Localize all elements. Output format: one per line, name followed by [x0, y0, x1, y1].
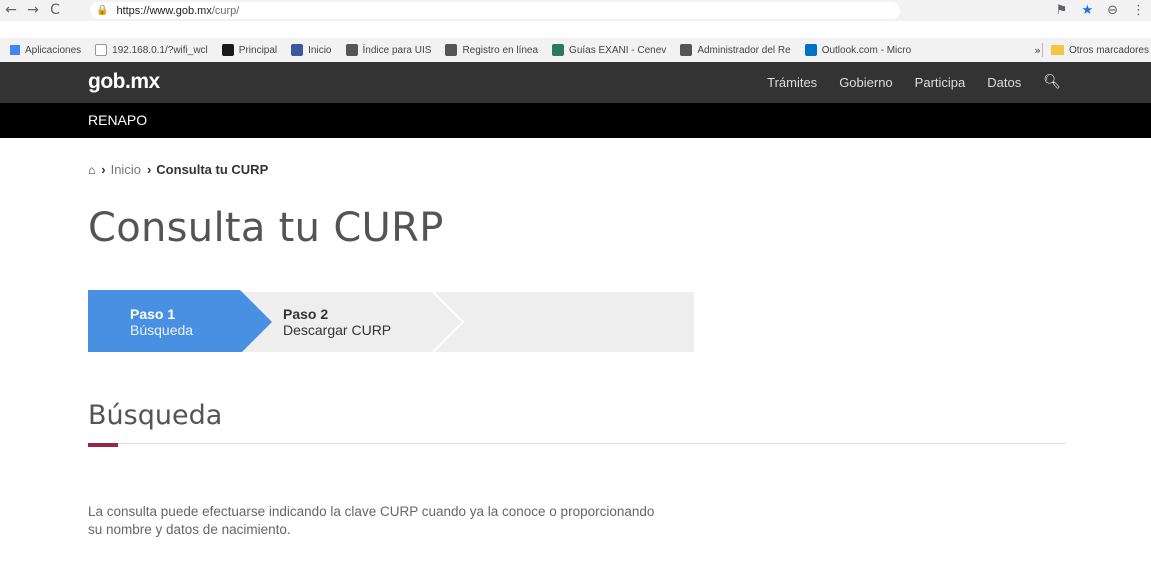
url-text: https://www.gob.mx/curp/ [116, 4, 240, 17]
divider [1041, 43, 1043, 57]
bookmark-item[interactable]: Principal [221, 44, 277, 56]
section-divider [88, 443, 1066, 444]
forward-icon[interactable]: → [22, 0, 44, 21]
site-icon [680, 44, 693, 56]
nav-participa[interactable]: Participa [915, 75, 966, 90]
bookmark-item[interactable]: Administrador del Re [680, 44, 791, 56]
step-1: Paso 1 Búsqueda [130, 306, 193, 338]
bookmark-apps[interactable]: Aplicaciones [10, 45, 81, 56]
site-icon [291, 44, 304, 56]
site-icon [552, 44, 565, 56]
nav-gobierno[interactable]: Gobierno [839, 75, 892, 90]
step-2-label: Descargar CURP [283, 322, 392, 338]
bookmark-item[interactable]: 192.168.0.1/?wifi_wcl [95, 44, 208, 56]
bookmark-item[interactable]: Inicio [291, 44, 332, 56]
reload-icon[interactable]: C [44, 0, 66, 21]
chevron-right-icon: › [101, 162, 106, 177]
chevron-right-icon: › [146, 162, 152, 177]
bookmarks-bar: Aplicaciones 192.168.0.1/?wifi_wcl Princ… [0, 38, 1151, 62]
sub-header: RENAPO [0, 103, 1151, 138]
bookmark-item[interactable]: Índice para UIS [345, 44, 431, 56]
step-1-label: Búsqueda [130, 322, 194, 338]
apps-grid-icon [10, 45, 20, 55]
bookmark-star-icon[interactable]: ★ [1081, 3, 1093, 18]
site-header: gob.mx Trámites Gobierno Participa Datos… [0, 62, 1151, 103]
browser-toolbar: ← → C 🔒 https://www.gob.mx/curp/ ⚑ ★ ⊖ ⋮ [0, 0, 1151, 21]
folder-icon [1050, 45, 1064, 55]
page-title: Consulta tu CURP [88, 205, 444, 251]
bookmarks-overflow-button[interactable]: » [1034, 38, 1041, 62]
breadcrumb-current: Consulta tu CURP [156, 162, 269, 177]
nav-datos[interactable]: Datos [987, 75, 1021, 90]
step-2-number: Paso 2 [283, 306, 329, 322]
step-2: Paso 2 Descargar CURP [283, 306, 391, 338]
profile-icon[interactable]: ⊖ [1107, 3, 1118, 18]
outlook-icon [804, 44, 817, 56]
gob-logo[interactable]: gob.mx [88, 70, 160, 94]
page-icon [95, 44, 108, 56]
nav-tramites[interactable]: Trámites [767, 75, 817, 90]
breadcrumb: ⌂ › Inicio › Consulta tu CURP [88, 162, 268, 177]
search-icon[interactable]: 🔍︎ [1043, 74, 1061, 90]
other-bookmarks[interactable]: Otros marcadores [1041, 38, 1149, 62]
lock-icon: 🔒 [96, 5, 109, 16]
main-nav: Trámites Gobierno Participa Datos 🔍︎ [767, 74, 1061, 90]
back-icon[interactable]: ← [0, 0, 22, 21]
menu-icon[interactable]: ⋮ [1132, 3, 1145, 18]
home-icon[interactable]: ⌂ [88, 163, 95, 177]
address-bar[interactable]: 🔒 https://www.gob.mx/curp/ [90, 2, 900, 19]
site-icon [445, 44, 458, 56]
site-icon [345, 44, 358, 56]
renapo-link[interactable]: RENAPO [88, 112, 147, 128]
bird-icon [221, 44, 234, 56]
bookmark-item[interactable]: Guías EXANI - Cenev [552, 44, 666, 56]
accent-underline [88, 443, 118, 447]
bookmark-item[interactable]: Registro en línea [445, 44, 538, 56]
search-description: La consulta puede efectuarse indicando l… [88, 504, 655, 537]
step-indicator: Paso 1 Búsqueda Paso 2 Descargar CURP [88, 290, 694, 352]
breadcrumb-inicio[interactable]: Inicio [111, 162, 141, 177]
step-1-number: Paso 1 [130, 306, 176, 322]
bookmark-item[interactable]: Outlook.com - Micro [804, 44, 911, 56]
section-title: Búsqueda [88, 400, 223, 431]
extension-icon[interactable]: ⚑ [1056, 3, 1068, 18]
